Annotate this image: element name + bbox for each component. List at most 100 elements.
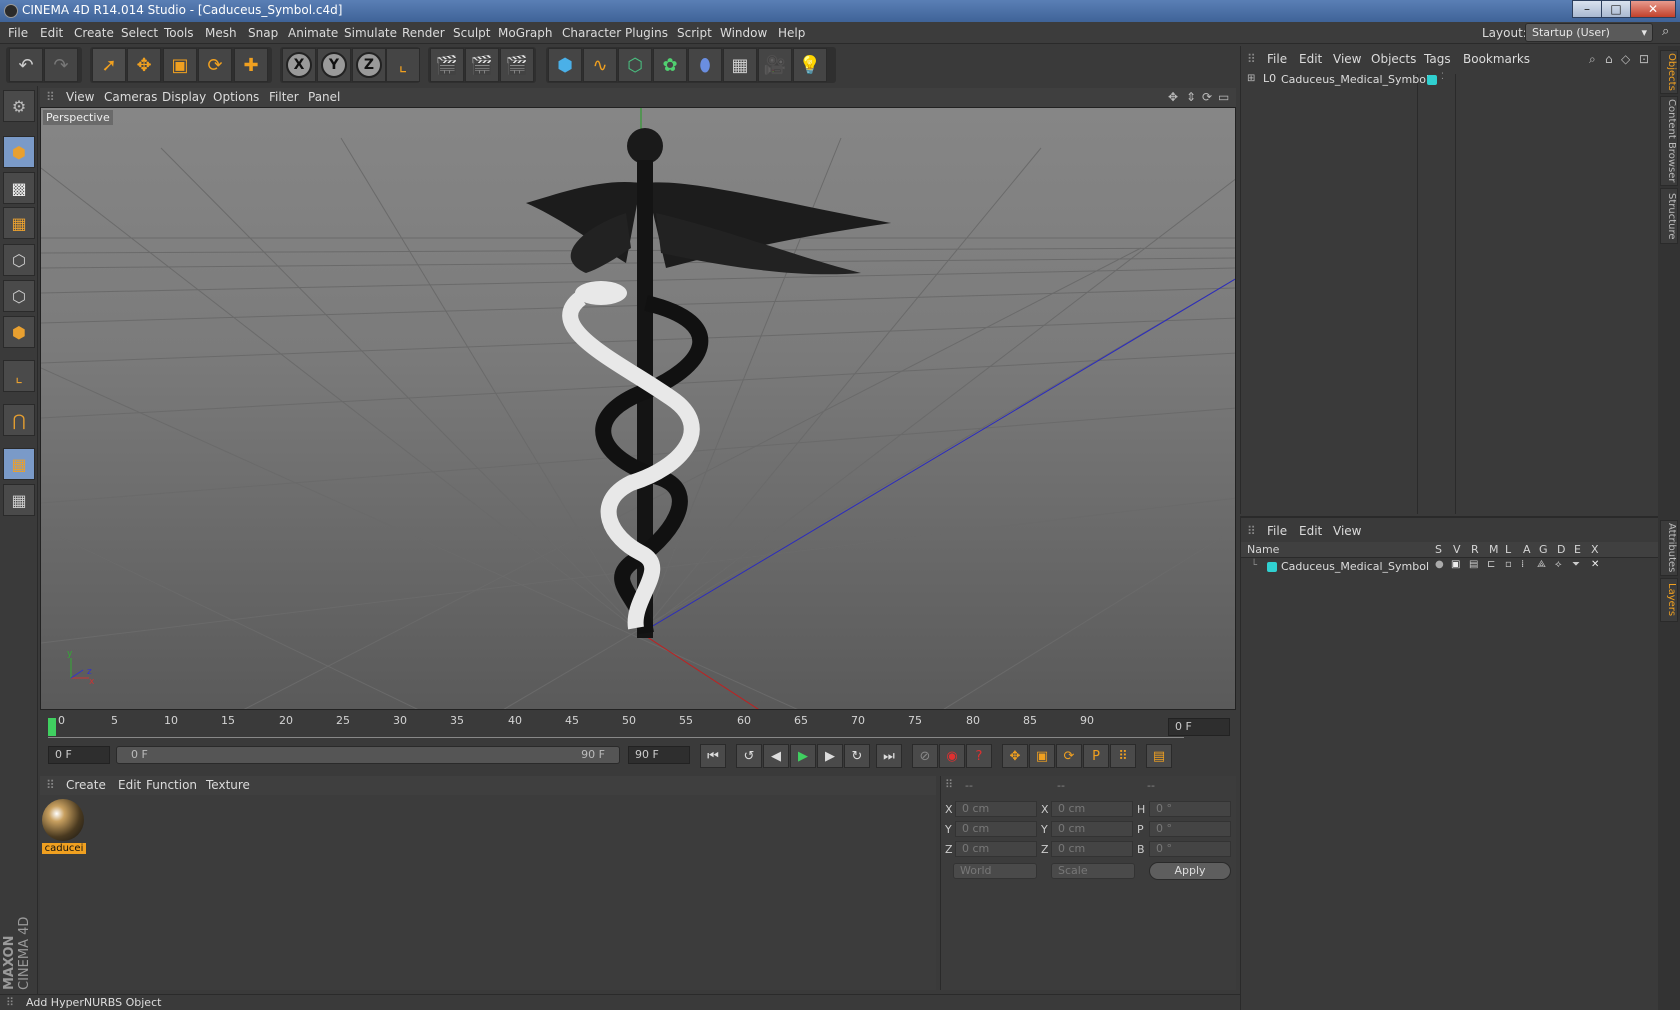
cube-icon[interactable]: ⬢ [548,48,582,82]
array-icon[interactable]: ✿ [653,48,687,82]
search-icon[interactable]: ⌕ [1662,24,1669,39]
tab-layers[interactable]: Layers [1660,578,1678,622]
expand-icon[interactable]: ⊞ [1247,73,1255,84]
menu-edit[interactable]: Edit [40,26,63,40]
z-axis-button[interactable]: Z [352,48,386,82]
scale-select[interactable]: Scale [1051,863,1135,879]
menu-simulate[interactable]: Simulate [344,26,397,40]
xref-icon[interactable]: ✕ [1591,559,1599,570]
animation-icon[interactable]: ⁞ [1521,559,1524,570]
vp-menu-view[interactable]: View [66,90,94,104]
frame-range-slider[interactable]: 0 F 90 F [116,746,620,764]
end-frame-field[interactable]: 90 F [628,746,690,764]
col-d[interactable]: D [1557,543,1565,556]
start-frame-field[interactable]: 0 F [48,746,110,764]
workplane-icon[interactable]: ▦ [3,207,35,239]
vp-menu-options[interactable]: Options [213,90,259,104]
layer-row[interactable]: └ Caduceus_Medical_Symbol ● ▣ ▤ ⊏ ▫ ⁞ ⟁ … [1241,559,1659,575]
autokey-icon[interactable]: ◉ [939,744,965,768]
x-axis-button[interactable]: X [282,48,316,82]
layer-menu-edit[interactable]: Edit [1299,524,1322,538]
next-frame-icon[interactable]: ▶ [817,744,843,768]
points-mode-icon[interactable]: ⬡ [3,244,35,276]
timeline-track[interactable] [48,714,1184,738]
menu-tools[interactable]: Tools [164,26,194,40]
polygons-mode-icon[interactable]: ⬢ [3,316,35,348]
col-a[interactable]: A [1523,543,1531,556]
size-z-field[interactable]: 0 cm [1051,841,1133,857]
home-icon[interactable]: ⌂ [1605,52,1613,66]
apply-button[interactable]: Apply [1149,862,1231,880]
pos-y-field[interactable]: 0 cm [955,821,1037,837]
spline-icon[interactable]: ∿ [583,48,617,82]
maximize-view-icon[interactable]: ▭ [1218,90,1229,104]
menu-window[interactable]: Window [720,26,767,40]
mat-menu-edit[interactable]: Edit [118,778,141,792]
perspective-viewport[interactable]: y z x Perspective [40,107,1236,710]
menu-snap[interactable]: Snap [248,26,278,40]
keyframe-selection-icon[interactable]: ? [966,744,992,768]
menu-plugins[interactable]: Plugins [625,26,668,40]
edges-mode-icon[interactable]: ⬡ [3,280,35,312]
dolly-icon[interactable]: ⇕ [1186,90,1196,104]
menu-animate[interactable]: Animate [288,26,338,40]
minimize-button[interactable]: – [1572,0,1602,18]
redo-icon[interactable]: ↷ [44,48,78,82]
obj-menu-bookmarks[interactable]: Bookmarks [1463,52,1530,66]
y-axis-button[interactable]: Y [317,48,351,82]
key-rotation-icon[interactable]: ⟳ [1056,744,1082,768]
nav-back-icon[interactable]: ◇ [1621,52,1630,66]
menu-render[interactable]: Render [402,26,445,40]
view-icon[interactable]: ▣ [1451,559,1460,570]
vp-menu-display[interactable]: Display [162,90,206,104]
next-key-icon[interactable]: ↻ [844,744,870,768]
goto-start-icon[interactable]: ⏮ [700,744,726,768]
menu-file[interactable]: File [8,26,28,40]
current-frame-field[interactable]: 0 F [1168,718,1230,736]
playhead[interactable] [48,718,56,736]
size-x-field[interactable]: 0 cm [1051,801,1133,817]
scale-icon[interactable]: ▣ [163,48,197,82]
model-mode-icon[interactable]: ⬢ [3,136,35,168]
object-row[interactable]: ⊞ L0 Caduceus_Medical_Symbol ⁚ [1245,72,1655,88]
layer-color-swatch[interactable] [1267,562,1277,572]
material-swatch[interactable]: caducei [42,799,86,857]
menu-sculpt[interactable]: Sculpt [453,26,490,40]
menu-mesh[interactable]: Mesh [205,26,237,40]
key-position-icon[interactable]: ✥ [1002,744,1028,768]
menu-mograph[interactable]: MoGraph [498,26,553,40]
layer-menu-view[interactable]: View [1333,524,1361,538]
light-icon[interactable]: 💡 [793,48,827,82]
floor-icon[interactable]: ▦ [723,48,757,82]
deformer-icon[interactable]: ⬮ [688,48,722,82]
mat-menu-function[interactable]: Function [146,778,197,792]
locked-workplane-icon[interactable]: ▦ [3,448,35,480]
vp-menu-cameras[interactable]: Cameras [104,90,157,104]
obj-menu-file[interactable]: File [1267,52,1287,66]
snap-icon[interactable]: ⋂ [3,404,35,436]
timeline-ruler[interactable]: 0 5 10 15 20 25 30 35 40 45 50 55 60 65 … [40,712,1236,740]
maximize-button[interactable]: □ [1601,0,1631,18]
solo-icon[interactable]: ● [1435,559,1444,570]
planar-workplane-icon[interactable]: ▦ [3,484,35,516]
col-v[interactable]: V [1453,543,1461,556]
play-icon[interactable]: ▶ [790,744,816,768]
prev-frame-icon[interactable]: ◀ [763,744,789,768]
add-icon[interactable]: ✚ [234,48,268,82]
rot-b-field[interactable]: 0 ° [1149,841,1231,857]
menu-character[interactable]: Character [562,26,621,40]
obj-menu-objects[interactable]: Objects [1371,52,1416,66]
tab-attributes[interactable]: Attributes [1660,520,1678,576]
texture-mode-icon[interactable]: ▩ [3,172,35,204]
key-scale-icon[interactable]: ▣ [1029,744,1055,768]
menu-script[interactable]: Script [677,26,712,40]
render-view-icon[interactable]: 🎬 [430,48,464,82]
caduceus-model[interactable] [526,128,891,638]
generators-icon[interactable]: ⟁ [1537,559,1546,570]
tab-content-browser[interactable]: Content Browser [1660,96,1678,186]
manager-icon[interactable]: ⊏ [1487,559,1495,570]
layer-color-swatch[interactable] [1427,75,1437,85]
axis-mode-icon[interactable]: ⌞ [3,360,35,392]
move-icon[interactable]: ✥ [127,48,161,82]
close-button[interactable]: ✕ [1630,0,1676,18]
